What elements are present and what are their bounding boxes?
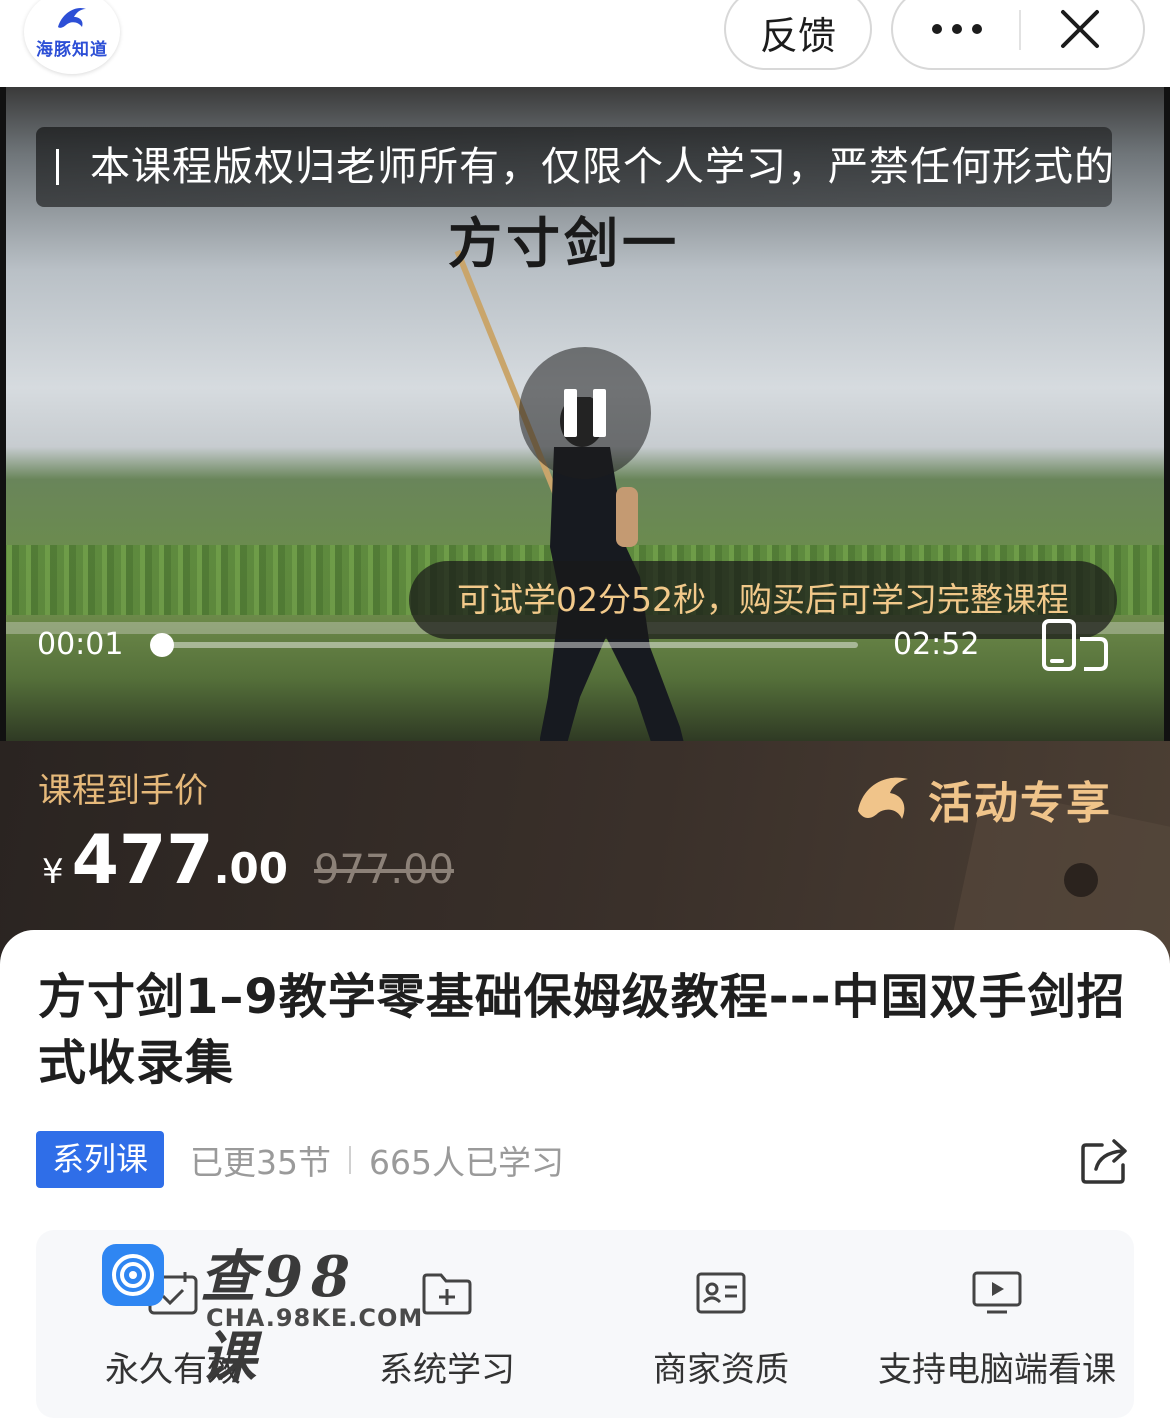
video-frame-edge-right	[1164, 87, 1170, 741]
updated-count: 已更35节	[190, 1142, 332, 1182]
pause-icon-bar	[564, 389, 577, 437]
top-bar: 海豚知道 反馈	[0, 0, 1170, 87]
pause-button[interactable]	[519, 347, 651, 479]
copyright-notice-bar: 本课程版权归老师所有，仅限个人学习，严禁任何形式的	[36, 127, 1112, 207]
close-button[interactable]	[1016, 0, 1143, 68]
progress-knob[interactable]	[150, 633, 175, 657]
watermark: 查98课 CHA.98KE.COM	[102, 1236, 422, 1391]
progress-bar[interactable]	[150, 633, 858, 657]
series-tag: 系列课	[36, 1131, 165, 1188]
course-info-card: 方寸剑1–9教学零基础保姆级教程---中国双手剑招式收录集 系列课 已更35节 …	[0, 930, 1170, 1418]
dolphin-icon	[58, 7, 86, 28]
copyright-notice-text: 本课程版权归老师所有，仅限个人学习，严禁任何形式的	[90, 144, 1112, 190]
banner-decoration-dot	[1064, 863, 1098, 897]
course-title: 方寸剑1–9教学零基础保姆级教程---中国双手剑招式收录集	[38, 969, 1126, 1091]
id-card-icon	[696, 1272, 746, 1314]
feature-item-pc-viewing: 支持电脑端看课	[860, 1230, 1134, 1418]
video-overlay-title: 方寸剑一	[448, 211, 680, 275]
target-icon	[112, 1254, 154, 1296]
price-integer: 477	[71, 821, 214, 900]
trial-tip: 可试学02分52秒，购买后可学习完整课程	[409, 561, 1117, 639]
notice-bar-mark	[56, 149, 59, 185]
app-logo[interactable]: 海豚知道	[24, 0, 120, 74]
feature-item-qualification: 商家资质	[584, 1230, 858, 1418]
price-row: ¥ 477 .00 977.00	[42, 821, 454, 900]
mini-program-capsule	[891, 0, 1145, 70]
price-label: 课程到手价	[38, 771, 208, 811]
dolphin-icon	[858, 777, 908, 819]
watermark-logo-icon	[102, 1244, 164, 1306]
feedback-button[interactable]: 反馈	[724, 0, 872, 70]
monitor-play-icon	[972, 1271, 1022, 1314]
pause-icon-bar	[593, 389, 606, 437]
duration-time: 02:52	[893, 627, 980, 662]
meta-divider	[349, 1145, 352, 1174]
watermark-url: CHA.98KE.COM	[206, 1304, 424, 1332]
price-decimal: .00	[213, 844, 288, 893]
feature-label: 支持电脑端看课	[878, 1350, 1116, 1390]
learner-count: 665人已学习	[369, 1142, 565, 1182]
more-button[interactable]	[893, 0, 1020, 68]
course-meta: 系列课 已更35节 665人已学习	[36, 1131, 564, 1188]
share-icon[interactable]	[1080, 1137, 1130, 1185]
activity-label: 活动专享	[928, 778, 1112, 829]
more-icon	[931, 24, 982, 34]
close-icon	[1060, 10, 1099, 48]
logo-text: 海豚知道	[36, 40, 108, 60]
current-time: 00:01	[37, 627, 124, 662]
currency-symbol: ¥	[42, 852, 64, 892]
activity-badge: 活动专享	[852, 767, 1112, 831]
video-player[interactable]: 本课程版权归老师所有，仅限个人学习，严禁任何形式的 方寸剑一 可试学02分52秒…	[0, 87, 1170, 741]
feature-label: 商家资质	[653, 1350, 789, 1390]
original-price: 977.00	[314, 847, 454, 893]
video-frame-edge-left	[0, 87, 6, 741]
fullscreen-rotate-icon[interactable]	[1040, 617, 1110, 673]
folder-plus-icon	[422, 1273, 472, 1315]
